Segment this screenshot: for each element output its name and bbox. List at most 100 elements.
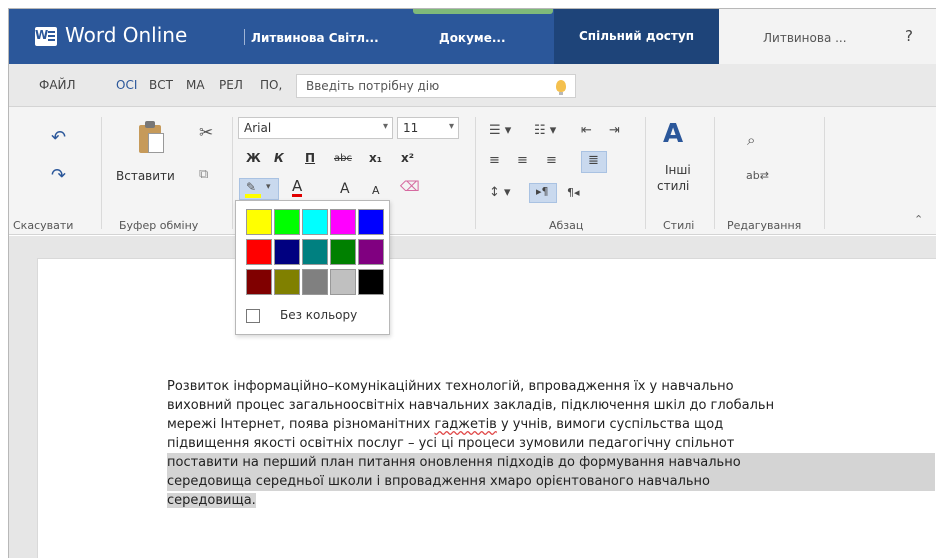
highlight-color-swatch[interactable]: [274, 209, 300, 235]
misspelled-word[interactable]: гаджетів: [435, 417, 497, 432]
align-center-icon[interactable]: ≡: [517, 153, 528, 168]
doc-line-part: мережі Інтернет, поява різноманітних: [167, 417, 435, 432]
collapse-ribbon-icon[interactable]: ⌃: [914, 213, 923, 226]
doc-line: мережі Інтернет, поява різноманітних гад…: [167, 415, 935, 434]
paste-icon[interactable]: [137, 121, 165, 155]
tab-insert[interactable]: ВСТ: [149, 78, 173, 92]
styles-button-line1[interactable]: Інші: [665, 163, 691, 177]
checkbox-icon: [246, 309, 260, 323]
highlight-button[interactable]: ✎ ▾: [239, 178, 279, 200]
line-spacing-icon[interactable]: ↕ ▾: [489, 185, 511, 200]
highlight-color-swatch[interactable]: [274, 239, 300, 265]
document-name[interactable]: Докуме...: [439, 31, 506, 45]
highlight-color-swatch[interactable]: [358, 269, 384, 295]
selected-text: середовища.: [167, 493, 256, 508]
tab-view[interactable]: ПО,: [260, 78, 282, 92]
styles-icon[interactable]: A: [663, 119, 683, 149]
doc-line-part: у учнів, вимоги суспільства щод: [496, 417, 724, 432]
tab-home[interactable]: ОСІ: [116, 78, 137, 92]
tab-file[interactable]: ФАЙЛ: [39, 78, 76, 92]
highlight-color-swatch[interactable]: [302, 269, 328, 295]
highlight-color-swatch[interactable]: [246, 209, 272, 235]
group-divider: [101, 117, 102, 229]
doc-line: підвищення якості освітніх послуг – усі …: [167, 436, 735, 451]
align-left-icon[interactable]: ≡: [489, 153, 500, 168]
bullets-icon[interactable]: ☰ ▾: [489, 123, 511, 138]
superscript-button[interactable]: x²: [401, 151, 414, 165]
redo-icon[interactable]: ↷: [51, 165, 66, 186]
highlight-color-palette: Без кольору: [235, 200, 390, 335]
undo-icon[interactable]: ↶: [51, 127, 66, 148]
selected-doc-line: середовища середньої школи і впровадженн…: [167, 472, 935, 491]
bold-button[interactable]: Ж: [246, 151, 261, 165]
highlight-color-swatch[interactable]: [302, 209, 328, 235]
ltr-icon: ▸¶: [536, 185, 549, 198]
doc-line: Розвиток інформаційно–комунікаційних тех…: [167, 379, 734, 394]
no-color-option[interactable]: Без кольору: [246, 306, 386, 328]
chevron-down-icon: ▾: [266, 182, 271, 192]
align-right-icon[interactable]: ≡: [546, 153, 557, 168]
undo-group-label: Скасувати: [13, 219, 74, 232]
numbering-icon[interactable]: ☷ ▾: [534, 123, 556, 138]
account-name[interactable]: Литвинова ...: [763, 31, 847, 45]
ribbon: ↶ ↷ Скасувати ✂ Вставити ⧉ Буфер обміну …: [9, 107, 936, 235]
font-size-select[interactable]: 11 ▾: [397, 117, 459, 139]
replace-icon[interactable]: ab⇄: [746, 169, 769, 182]
highlight-color-swatch[interactable]: [246, 269, 272, 295]
clipboard-group-label: Буфер обміну: [119, 219, 199, 232]
highlight-color-swatch[interactable]: [330, 209, 356, 235]
font-color-button[interactable]: A: [292, 179, 303, 197]
word-logo-icon[interactable]: W: [35, 27, 57, 46]
font-size-value: 11: [403, 121, 419, 135]
account-area[interactable]: Литвинова ... ?: [719, 9, 936, 64]
highlight-color-swatch[interactable]: [246, 239, 272, 265]
document-area: Розвиток інформаційно–комунікаційних тех…: [9, 236, 936, 558]
copy-icon[interactable]: ⧉: [199, 167, 208, 182]
group-divider: [232, 117, 233, 229]
tab-layout[interactable]: МА: [186, 78, 205, 92]
document-body[interactable]: Розвиток інформаційно–комунікаційних тех…: [167, 377, 935, 510]
document-page[interactable]: Розвиток інформаційно–комунікаційних тех…: [37, 258, 936, 558]
ltr-button[interactable]: ▸¶: [529, 183, 557, 203]
increase-indent-icon[interactable]: ⇥: [609, 123, 620, 138]
grow-font-button[interactable]: A: [340, 181, 350, 197]
find-icon[interactable]: ⌕: [747, 131, 755, 149]
cut-icon[interactable]: ✂: [199, 123, 213, 143]
highlight-color-swatch[interactable]: [330, 239, 356, 265]
justify-icon: ≣: [588, 153, 599, 168]
highlight-color-swatch[interactable]: [358, 239, 384, 265]
strikethrough-button[interactable]: abc: [334, 153, 352, 164]
search-placeholder: Введіть потрібну дію: [306, 79, 440, 93]
highlight-color-swatch[interactable]: [274, 269, 300, 295]
subscript-button[interactable]: x₁: [369, 151, 382, 165]
font-name-value: Arial: [244, 121, 272, 135]
highlight-color-swatch[interactable]: [302, 239, 328, 265]
styles-button-line2[interactable]: стилі: [657, 179, 689, 193]
highlighter-icon: ✎: [246, 180, 257, 194]
chevron-down-icon: ▾: [382, 121, 388, 132]
word-online-window: W Word Online Литвинова Світл... Докуме.…: [8, 8, 936, 558]
underline-button[interactable]: П: [305, 151, 315, 165]
share-button[interactable]: Спільний доступ: [554, 9, 719, 64]
decrease-indent-icon[interactable]: ⇤: [581, 123, 592, 138]
owner-name[interactable]: Литвинова Світл...: [251, 31, 379, 45]
paragraph-group-label: Абзац: [549, 219, 584, 232]
shrink-font-button[interactable]: A: [372, 184, 380, 197]
rtl-icon[interactable]: ¶◂: [567, 186, 580, 199]
lightbulb-icon: [556, 80, 566, 95]
highlight-color-swatch[interactable]: [358, 209, 384, 235]
tab-review[interactable]: РЕЛ: [219, 78, 243, 92]
justify-button[interactable]: ≣: [581, 151, 607, 173]
help-button[interactable]: ?: [905, 27, 913, 45]
group-divider: [714, 117, 715, 229]
font-name-select[interactable]: Arial ▾: [238, 117, 393, 139]
selected-doc-line: поставити на перший план питання оновлен…: [167, 453, 935, 472]
italic-button[interactable]: К: [274, 151, 284, 165]
group-divider: [645, 117, 646, 229]
paste-button[interactable]: Вставити: [116, 169, 175, 183]
title-separator: [244, 29, 245, 45]
highlight-color-swatch[interactable]: [330, 269, 356, 295]
clear-formatting-icon[interactable]: ⌫: [400, 179, 420, 195]
tell-me-search[interactable]: Введіть потрібну дію: [296, 74, 576, 98]
group-divider: [475, 117, 476, 229]
